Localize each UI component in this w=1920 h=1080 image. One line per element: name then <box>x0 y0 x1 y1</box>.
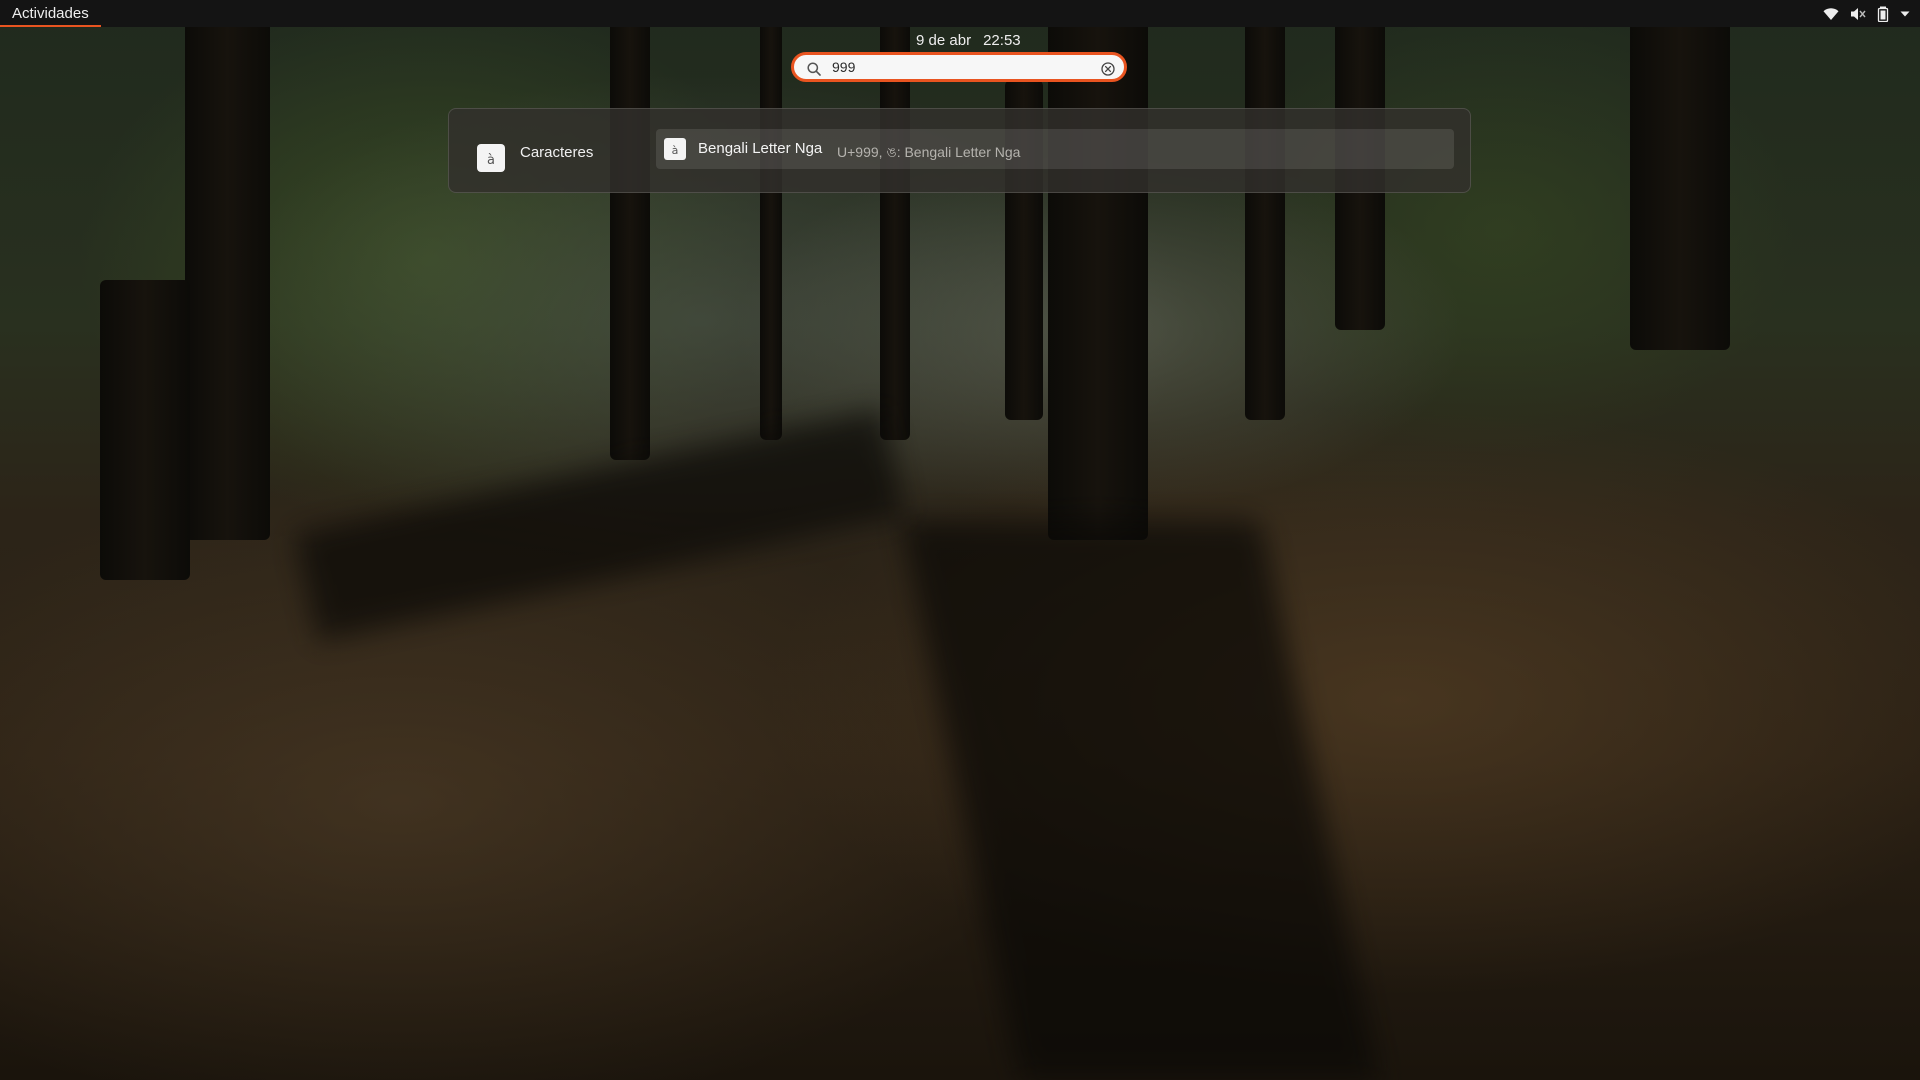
wallpaper-tree-shadow <box>900 520 1380 1080</box>
clock-time: 22:53 <box>983 32 1021 49</box>
wallpaper-tree-trunk <box>760 20 782 440</box>
search-results-panel: à Caracteres à Bengali Letter Nga U+999,… <box>448 108 1471 193</box>
wallpaper-tree-trunk <box>1048 20 1148 540</box>
wifi-icon <box>1823 7 1839 21</box>
clear-icon[interactable] <box>1101 61 1115 80</box>
characters-app-icon: à <box>477 144 505 172</box>
wallpaper-tree-trunk <box>880 20 910 440</box>
result-title: Bengali Letter Nga <box>698 140 823 157</box>
wallpaper-tree-trunk <box>185 20 270 540</box>
search-result-item[interactable]: à Bengali Letter Nga U+999, ঙ: Bengali L… <box>656 129 1454 169</box>
top-bar: Actividades 9 de abr 22:53 <box>0 0 1920 49</box>
system-tray[interactable] <box>1823 0 1910 27</box>
activities-button[interactable]: Actividades <box>0 0 101 27</box>
search-icon <box>807 61 821 80</box>
character-result-icon: à <box>664 138 686 160</box>
result-description: U+999, ঙ: Bengali Letter Nga <box>837 144 1021 160</box>
battery-icon <box>1877 6 1889 22</box>
wallpaper-tree-trunk <box>610 20 650 460</box>
wallpaper-tree-trunk <box>1245 20 1285 420</box>
wallpaper-tree-trunk <box>100 280 190 580</box>
clock-date: 9 de abr <box>916 32 972 49</box>
system-menu-arrow-icon <box>1900 10 1910 18</box>
volume-muted-icon <box>1850 7 1866 21</box>
wallpaper-tree-shadow <box>295 408 905 642</box>
wallpaper-tree-trunk <box>1630 20 1730 350</box>
provider-label: Caracteres <box>520 144 594 161</box>
clock-button[interactable]: 9 de abr 22:53 <box>899 0 1021 81</box>
